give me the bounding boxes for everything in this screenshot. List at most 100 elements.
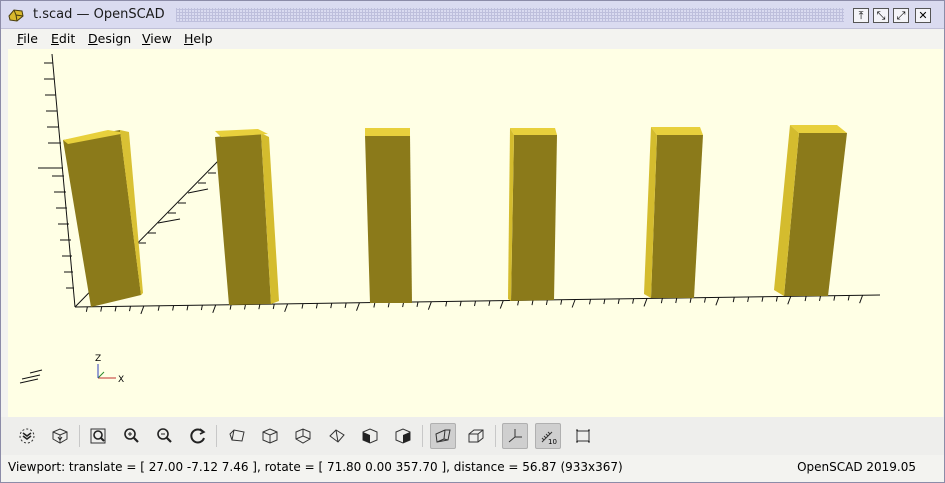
toolbar-separator	[79, 425, 80, 447]
x-axis-tick	[258, 304, 261, 310]
menu-view[interactable]: View	[142, 31, 172, 46]
x-axis-tick	[531, 300, 534, 306]
x-axis-tick	[560, 299, 563, 305]
cube-left-icon	[329, 429, 345, 443]
cube-right-icon	[229, 429, 245, 442]
x-axis-tick	[459, 301, 462, 307]
maximize-button[interactable]: ⤢	[893, 8, 909, 23]
reset-view-icon	[190, 428, 206, 444]
x-axis-tick	[344, 302, 347, 309]
x-axis-tick	[140, 305, 145, 315]
menu-file[interactable]: File	[17, 31, 38, 46]
bar-2	[215, 129, 279, 305]
perspective-icon	[435, 429, 451, 443]
svg-text:10: 10	[548, 438, 557, 446]
x-axis-tick	[804, 295, 807, 302]
x-axis-tick	[761, 296, 764, 302]
menu-edit[interactable]: Edit	[51, 31, 75, 46]
x-axis-tick	[356, 302, 360, 311]
x-axis-tick	[545, 299, 548, 306]
bar-6	[774, 125, 847, 296]
close-button[interactable]: ✕	[915, 8, 931, 23]
render-button[interactable]	[47, 423, 73, 449]
window-title: t.scad — OpenSCAD	[33, 7, 165, 22]
x-axis-tick	[675, 297, 678, 304]
x-axis-tick	[517, 300, 520, 306]
cube-front-icon	[362, 428, 378, 444]
bar-3	[365, 128, 412, 303]
show-edges-button[interactable]	[570, 423, 596, 449]
reset-view-button[interactable]	[185, 423, 211, 449]
x-axis-tick	[229, 304, 232, 310]
menu-design[interactable]: Design	[88, 31, 131, 46]
zoom-in-icon	[124, 428, 139, 443]
title-bar[interactable]: t.scad — OpenSCAD ⤒ ⤡ ⤢ ✕	[1, 1, 944, 29]
x-axis-tick	[787, 296, 792, 305]
x-axis-tick	[819, 295, 821, 301]
perspective-button[interactable]	[430, 423, 456, 449]
x-axis-tick	[833, 295, 836, 301]
toolbar-separator	[495, 425, 496, 447]
x-axis-tick	[200, 304, 203, 311]
x-axis-tick	[315, 303, 318, 309]
zoom-in-button[interactable]	[119, 423, 145, 449]
bar-1	[63, 130, 143, 307]
openscad-window: t.scad — OpenSCAD ⤒ ⤡ ⤢ ✕ File Edit Desi…	[0, 0, 945, 483]
menu-bar: File Edit Design View Help	[1, 29, 944, 49]
cube-top-icon	[262, 428, 278, 444]
render-icon	[52, 428, 68, 444]
axis-gizmo: Z X	[19, 354, 124, 385]
x-axis-tick	[114, 306, 117, 312]
menu-help[interactable]: Help	[184, 31, 213, 46]
x-axis-tick	[445, 301, 448, 307]
axes-icon	[508, 429, 522, 443]
x-axis-tick	[212, 304, 217, 314]
show-scale-markers-button[interactable]: 10	[535, 423, 561, 449]
view-back-button[interactable]	[390, 423, 416, 449]
view-right-button[interactable]	[224, 423, 250, 449]
preview-button[interactable]	[14, 423, 40, 449]
x-axis-tick	[571, 299, 576, 308]
x-axis-ticks	[85, 295, 864, 315]
show-axes-button[interactable]	[502, 423, 528, 449]
scene-render: Z X	[19, 53, 881, 385]
x-axis-tick	[272, 303, 275, 310]
status-bar: Viewport: translate = [ 27.00 -7.12 7.46…	[1, 456, 944, 482]
orthogonal-button[interactable]	[463, 423, 489, 449]
x-axis-tick	[157, 305, 160, 311]
orthogonal-icon	[468, 429, 484, 443]
zoom-out-button[interactable]	[152, 423, 178, 449]
pin-button[interactable]: ⤒	[853, 8, 869, 23]
x-axis-tick	[732, 297, 735, 303]
x-axis-tick	[704, 297, 706, 303]
x-axis-tick	[715, 297, 720, 306]
view-all-button[interactable]	[85, 423, 111, 449]
toolbar-separator	[422, 425, 423, 447]
openscad-logo-icon	[8, 9, 24, 22]
x-axis-tick	[244, 304, 246, 310]
zoom-out-icon	[157, 428, 172, 443]
bar-4	[508, 128, 557, 301]
toolbar-separator	[216, 425, 217, 447]
x-axis-tick	[129, 306, 131, 312]
view-bottom-button[interactable]	[290, 423, 316, 449]
view-left-button[interactable]	[324, 423, 350, 449]
x-axis-tick	[859, 295, 864, 304]
x-axis-tick	[301, 303, 304, 309]
view-top-button[interactable]	[257, 423, 283, 449]
view-front-button[interactable]	[357, 423, 383, 449]
gizmo-x-label: X	[118, 375, 124, 385]
x-axis-tick	[775, 296, 778, 302]
z-axis	[38, 53, 76, 308]
x-axis-tick	[416, 301, 419, 307]
cube-bottom-icon	[295, 428, 311, 444]
3d-viewport[interactable]: Z X	[8, 49, 943, 417]
x-axis-tick	[488, 300, 491, 306]
viewport-status: Viewport: translate = [ 27.00 -7.12 7.46…	[8, 460, 623, 474]
edges-icon	[576, 429, 590, 443]
bar-5	[644, 127, 703, 298]
view-toolbar: 10	[1, 417, 944, 455]
x-axis-tick	[660, 298, 663, 304]
version-label: OpenSCAD 2019.05	[797, 460, 916, 474]
shade-button[interactable]: ⤡	[873, 8, 889, 23]
